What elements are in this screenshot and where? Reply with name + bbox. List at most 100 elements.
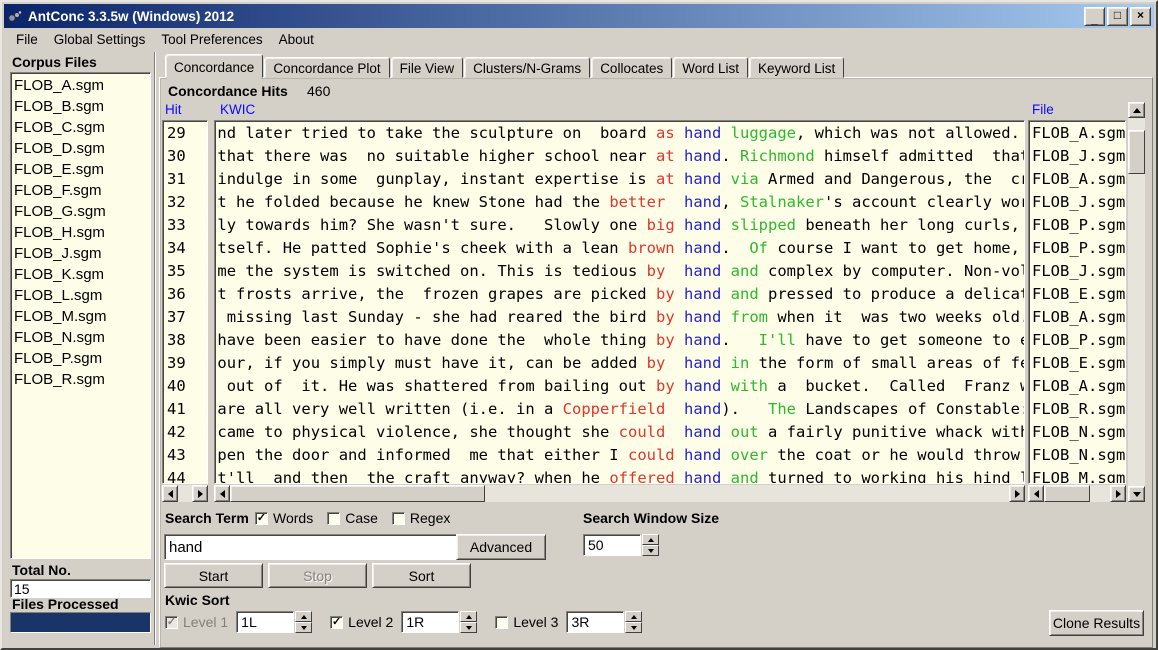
corpus-file-item[interactable]: FLOB_M.sgm (14, 306, 150, 327)
level-spin-down-button[interactable] (295, 622, 312, 633)
level-3-checkbox-box[interactable] (495, 616, 508, 629)
level-spin-down-button[interactable] (625, 622, 642, 633)
corpus-file-item[interactable]: FLOB_H.sgm (14, 222, 150, 243)
corpus-file-item[interactable]: FLOB_G.sgm (14, 201, 150, 222)
tab-concordance[interactable]: Concordance (165, 54, 263, 78)
level-1-checkbox-box[interactable]: ✓ (165, 616, 178, 629)
search-window-size-value[interactable]: 50 (583, 534, 641, 556)
checkbox-case[interactable]: Case (327, 510, 378, 526)
checkbox-words-box[interactable]: ✓ (255, 512, 268, 525)
kwic-column[interactable]: nd later tried to take the sculpture on … (214, 120, 1025, 484)
corpus-file-item[interactable]: FLOB_F.sgm (14, 180, 150, 201)
window-size-up-button[interactable] (642, 534, 659, 545)
maximize-button[interactable]: □ (1107, 7, 1128, 26)
kwic-row[interactable]: came to physical violence, she thought s… (217, 421, 1024, 444)
files-processed-label: Files Processed (12, 596, 119, 612)
tab-collocates[interactable]: Collocates (591, 57, 672, 78)
file-scroll-right-button[interactable] (1110, 485, 1126, 502)
hit-scroll-right-button[interactable] (192, 485, 208, 502)
corpus-file-item[interactable]: FLOB_L.sgm (14, 285, 150, 306)
kwic-segment: in (731, 354, 750, 372)
sort-button[interactable]: Sort (372, 563, 471, 588)
hit-number: 41 (167, 398, 207, 421)
start-button[interactable]: Start (164, 563, 263, 588)
search-input[interactable] (164, 534, 486, 560)
level-spin-down-button[interactable] (460, 622, 477, 633)
kwic-segment: , which was not allowed. BA (796, 124, 1024, 142)
level-3-spinbox[interactable]: 3R (566, 611, 642, 633)
kwic-scroll-right-button[interactable] (1009, 485, 1025, 502)
kwic-row[interactable]: nd later tried to take the sculpture on … (217, 122, 1024, 145)
corpus-file-item[interactable]: FLOB_B.sgm (14, 96, 150, 117)
level-2-checkbox-box[interactable]: ✓ (330, 616, 343, 629)
corpus-file-item[interactable]: FLOB_K.sgm (14, 264, 150, 285)
corpus-file-item[interactable]: FLOB_P.sgm (14, 348, 150, 369)
kwic-scroll-left-button[interactable] (214, 485, 230, 502)
kwic-row[interactable]: t he folded because he knew Stone had th… (217, 191, 1024, 214)
corpus-file-item[interactable]: FLOB_C.sgm (14, 117, 150, 138)
checkbox-regex-box[interactable] (392, 512, 405, 525)
kwic-hscrollbar[interactable] (214, 485, 1025, 502)
corpus-file-item[interactable]: FLOB_R.sgm (14, 369, 150, 390)
level-1-spinbox[interactable]: 1L (236, 611, 312, 633)
hit-hscrollbar[interactable] (162, 485, 208, 502)
kwic-row[interactable]: out of it. He was shattered from bailing… (217, 375, 1024, 398)
kwic-row[interactable]: t'll and then the craft anyway? when he … (217, 467, 1024, 484)
kwic-row[interactable]: that there was no suitable higher school… (217, 145, 1024, 168)
checkbox-case-box[interactable] (327, 512, 340, 525)
level-1-checkbox[interactable]: ✓Level 1 (165, 614, 228, 630)
corpus-file-list[interactable]: FLOB_A.sgmFLOB_B.sgmFLOB_C.sgmFLOB_D.sgm… (10, 72, 151, 559)
corpus-file-item[interactable]: FLOB_A.sgm (14, 75, 150, 96)
clone-results-button[interactable]: Clone Results (1049, 610, 1144, 636)
kwic-row[interactable]: are all very well written (i.e. in a Cop… (217, 398, 1024, 421)
kwic-row[interactable]: missing last Sunday - she had reared the… (217, 306, 1024, 329)
kwic-row[interactable]: have been easier to have done the whole … (217, 329, 1024, 352)
close-button[interactable]: × (1130, 7, 1151, 26)
kwic-row[interactable]: our, if you simply must have it, can be … (217, 352, 1024, 375)
level-3-checkbox[interactable]: Level 3 (495, 614, 558, 630)
search-window-size-spinbox[interactable]: 50 (583, 534, 659, 556)
corpus-file-item[interactable]: FLOB_J.sgm (14, 243, 150, 264)
window-size-down-button[interactable] (642, 545, 659, 556)
kwic-scroll-thumb[interactable] (230, 485, 485, 502)
level-2-checkbox[interactable]: ✓Level 2 (330, 614, 393, 630)
checkbox-words[interactable]: ✓Words (255, 510, 313, 526)
kwic-row[interactable]: t frosts arrive, the frozen grapes are p… (217, 283, 1024, 306)
title-bar[interactable]: AntConc 3.3.5w (Windows) 2012 _ □ × (4, 4, 1154, 28)
corpus-file-item[interactable]: FLOB_E.sgm (14, 159, 150, 180)
menu-tool-preferences[interactable]: Tool Preferences (153, 30, 270, 49)
corpus-file-item[interactable]: FLOB_N.sgm (14, 327, 150, 348)
tab-keyword-list[interactable]: Keyword List (749, 57, 844, 78)
tab-concordance-plot[interactable]: Concordance Plot (264, 57, 389, 78)
level-spin-up-button[interactable] (295, 611, 312, 622)
file-scroll-thumb[interactable] (1044, 485, 1090, 502)
file-hscrollbar[interactable] (1028, 485, 1126, 502)
corpus-file-item[interactable]: FLOB_D.sgm (14, 138, 150, 159)
tab-word-list[interactable]: Word List (673, 57, 748, 78)
advanced-button[interactable]: Advanced (456, 534, 546, 560)
checkbox-regex[interactable]: Regex (392, 510, 450, 526)
kwic-segment (721, 170, 730, 188)
menu-file[interactable]: File (8, 30, 46, 49)
kwic-right-context: , Stalnaker's account clearly works (721, 191, 1024, 214)
vertical-scroll-thumb[interactable] (1128, 130, 1145, 174)
scroll-up-button[interactable] (1128, 102, 1145, 118)
level-spin-up-button[interactable] (460, 611, 477, 622)
hit-scroll-left-button[interactable] (162, 485, 178, 502)
minimize-button[interactable]: _ (1084, 7, 1105, 26)
vertical-scrollbar[interactable] (1128, 102, 1145, 502)
tab-file-view[interactable]: File View (391, 57, 464, 78)
menu-about[interactable]: About (271, 30, 322, 49)
scroll-down-button[interactable] (1128, 486, 1145, 502)
kwic-row[interactable]: indulge in some gunplay, instant experti… (217, 168, 1024, 191)
kwic-row[interactable]: pen the door and informed me that either… (217, 444, 1024, 467)
menu-global-settings[interactable]: Global Settings (46, 30, 154, 49)
kwic-row[interactable]: tself. He patted Sophie's cheek with a l… (217, 237, 1024, 260)
kwic-row[interactable]: ly towards him? She wasn't sure. Slowly … (217, 214, 1024, 237)
level-spin-up-button[interactable] (625, 611, 642, 622)
kwic-row[interactable]: me the system is switched on. This is te… (217, 260, 1024, 283)
tab-clusters-n-grams[interactable]: Clusters/N-Grams (464, 57, 590, 78)
stop-button[interactable]: Stop (268, 563, 367, 588)
level-2-spinbox[interactable]: 1R (401, 611, 477, 633)
file-scroll-left-button[interactable] (1028, 485, 1044, 502)
